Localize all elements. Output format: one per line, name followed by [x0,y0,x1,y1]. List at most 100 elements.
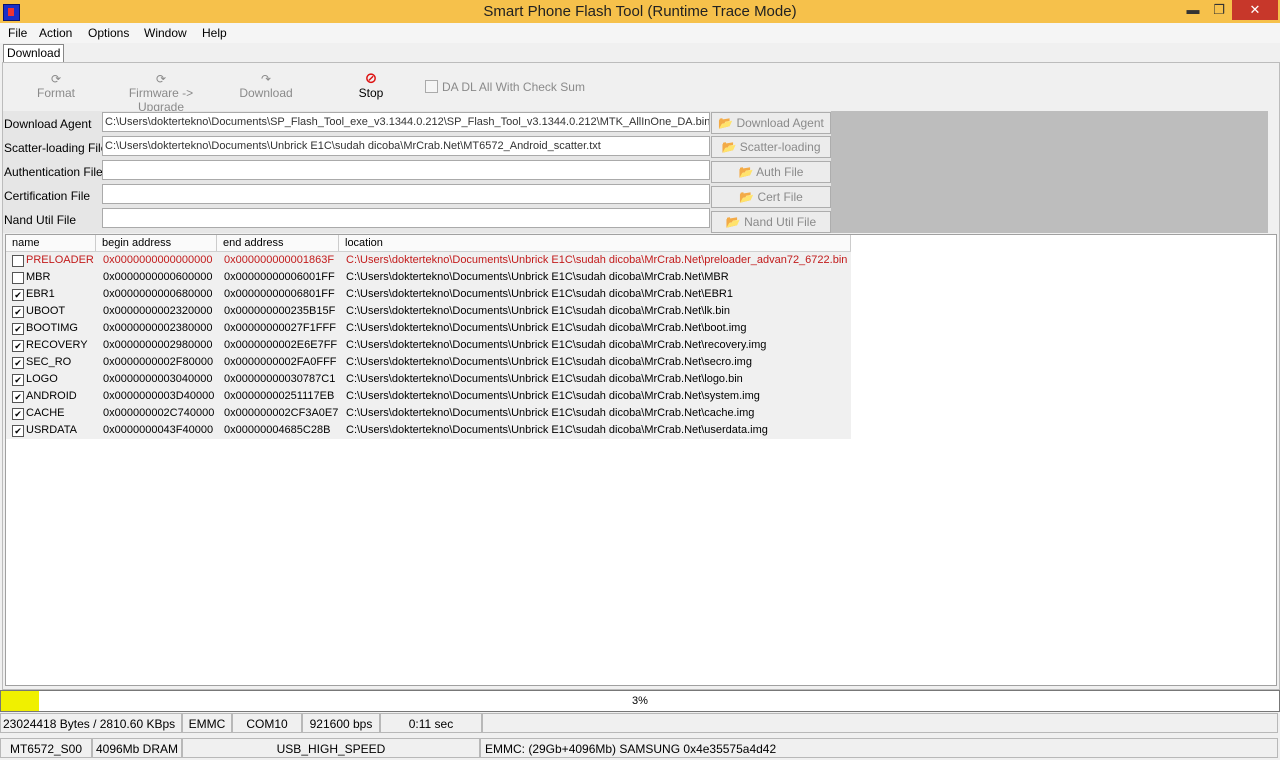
format-button[interactable]: ⟳ Format [22,72,90,100]
table-row[interactable]: EBR1 0x0000000000680000 0x00000000006801FF… [6,286,851,303]
menu-file[interactable]: File [8,26,27,40]
column-begin-address[interactable]: begin address [96,235,217,251]
row-checkbox[interactable] [12,425,24,437]
download-icon: ↷ [260,72,272,86]
row-location: C:\Users\doktertekno\Documents\Unbrick E… [346,271,729,283]
download-agent-button[interactable]: 📂 Download Agent [711,112,831,134]
menu-window[interactable]: Window [144,26,187,40]
progress-bar: 3% [0,690,1280,712]
column-name[interactable]: name [6,235,96,251]
table-row[interactable]: PRELOADER 0x0000000000000000 0x00000000000… [6,252,851,269]
row-begin-address: 0x0000000043F40000 [103,424,214,436]
da-checksum-checkbox[interactable] [425,80,438,93]
row-name: SEC_RO [26,356,72,368]
row-end-address: 0x0000000002E6E7FF [224,339,338,351]
status-port: COM10 [232,713,302,733]
row-checkbox[interactable] [12,272,24,284]
progress-label: 3% [632,695,648,707]
row-checkbox[interactable] [12,255,24,267]
row-begin-address: 0x0000000000000000 [103,254,213,266]
row-checkbox[interactable] [12,340,24,352]
row-name: LOGO [26,373,58,385]
menu-options[interactable]: Options [88,26,129,40]
row-name: ANDROID [26,390,77,402]
row-checkbox[interactable] [12,408,24,420]
menu-action[interactable]: Action [39,26,72,40]
row-name: RECOVERY [26,339,88,351]
file-area-filler [831,111,1268,233]
stop-icon: ⊘ [364,70,378,87]
scatter-loading-button[interactable]: 📂 Scatter-loading [711,136,831,158]
row-begin-address: 0x000000002C740000 [103,407,215,419]
table-row[interactable]: SEC_RO 0x0000000002F80000 0x0000000002FA0F… [6,354,851,371]
row-checkbox[interactable] [12,357,24,369]
download-agent-button-label: Download Agent [736,116,824,130]
certification-file-label: Certification File [4,189,91,203]
status-empty [482,713,1278,733]
cert-file-button[interactable]: 📂 Cert File [711,186,831,208]
table-row[interactable]: LOGO 0x0000000003040000 0x00000000030787C1… [6,371,851,388]
maximize-button[interactable]: ❐ [1206,0,1232,20]
status-usb: USB_HIGH_SPEED [182,738,480,758]
menu-help[interactable]: Help [202,26,227,40]
row-location: C:\Users\doktertekno\Documents\Unbrick E… [346,339,767,351]
row-location: C:\Users\doktertekno\Documents\Unbrick E… [346,322,747,334]
row-name: CACHE [26,407,65,419]
auth-file-button[interactable]: 📂 Auth File [711,161,831,183]
da-checksum-label: DA DL All With Check Sum [442,80,585,94]
row-end-address: 0x00000000027F1FFF [224,322,336,334]
nand-util-file-button-label: Nand Util File [744,215,817,229]
table-row[interactable]: BOOTIMG 0x0000000002380000 0x00000000027F1… [6,320,851,337]
row-location: C:\Users\doktertekno\Documents\Unbrick E… [346,424,768,436]
cert-file-button-label: Cert File [757,190,803,204]
table-header: name begin address end address location [6,235,851,252]
row-location: C:\Users\doktertekno\Documents\Unbrick E… [346,373,743,385]
table-row[interactable]: CACHE 0x000000002C740000 0x000000002CF3A0E… [6,405,851,422]
column-end-address[interactable]: end address [217,235,339,251]
download-label: Download [239,86,293,100]
row-name: UBOOT [26,305,66,317]
status-dram: 4096Mb DRAM [92,738,182,758]
row-begin-address: 0x0000000002980000 [103,339,213,351]
table-body: PRELOADER 0x0000000000000000 0x00000000000… [6,252,851,439]
download-button[interactable]: ↷ Download [232,72,300,100]
table-row[interactable]: UBOOT 0x0000000002320000 0x000000000235B15… [6,303,851,320]
row-name: EBR1 [26,288,55,300]
row-checkbox[interactable] [12,391,24,403]
nand-util-file-field[interactable] [102,208,710,228]
row-end-address: 0x00000000030787C1 [224,373,336,385]
scatter-loading-field[interactable]: C:\Users\doktertekno\Documents\Unbrick E… [102,136,710,156]
download-agent-field[interactable]: C:\Users\doktertekno\Documents\SP_Flash_… [102,112,710,132]
row-end-address: 0x00000004685C28B [224,424,331,436]
table-row[interactable]: ANDROID 0x0000000003D40000 0x0000000025111… [6,388,851,405]
row-end-address: 0x000000002CF3A0E7 [224,407,339,419]
row-checkbox[interactable] [12,306,24,318]
authentication-file-field[interactable] [102,160,710,180]
row-checkbox[interactable] [12,289,24,301]
row-name: MBR [26,271,51,283]
status-baud: 921600 bps [302,713,380,733]
close-button[interactable]: ✕ [1232,0,1278,20]
row-location: C:\Users\doktertekno\Documents\Unbrick E… [346,305,730,317]
certification-file-field[interactable] [102,184,710,204]
row-name: USRDATA [26,424,77,436]
column-location[interactable]: location [339,235,851,251]
tab-download[interactable]: Download [3,44,65,62]
stop-button[interactable]: ⊘ Stop [346,70,396,100]
minimize-button[interactable]: ▬ [1180,0,1206,20]
table-row[interactable]: MBR 0x0000000000600000 0x00000000006001FF C… [6,269,851,286]
nand-util-file-button[interactable]: 📂 Nand Util File [711,211,831,233]
table-row[interactable]: RECOVERY 0x0000000002980000 0x0000000002E6… [6,337,851,354]
auth-file-button-label: Auth File [756,165,804,179]
format-icon: ⟳ [50,72,62,86]
row-checkbox[interactable] [12,323,24,335]
table-row[interactable]: USRDATA 0x0000000043F40000 0x00000004685C2… [6,422,851,439]
row-end-address: 0x00000000251117EB [224,390,335,402]
row-checkbox[interactable] [12,374,24,386]
partition-table[interactable]: name begin address end address location … [5,234,1277,686]
row-location: C:\Users\doktertekno\Documents\Unbrick E… [346,390,760,402]
row-location: C:\Users\doktertekno\Documents\Unbrick E… [346,356,752,368]
row-end-address: 0x0000000002FA0FFF [224,356,337,368]
firmware-upgrade-button[interactable]: ⟳ Firmware -> Upgrade [106,72,216,114]
nand-util-file-label: Nand Util File [4,213,77,227]
